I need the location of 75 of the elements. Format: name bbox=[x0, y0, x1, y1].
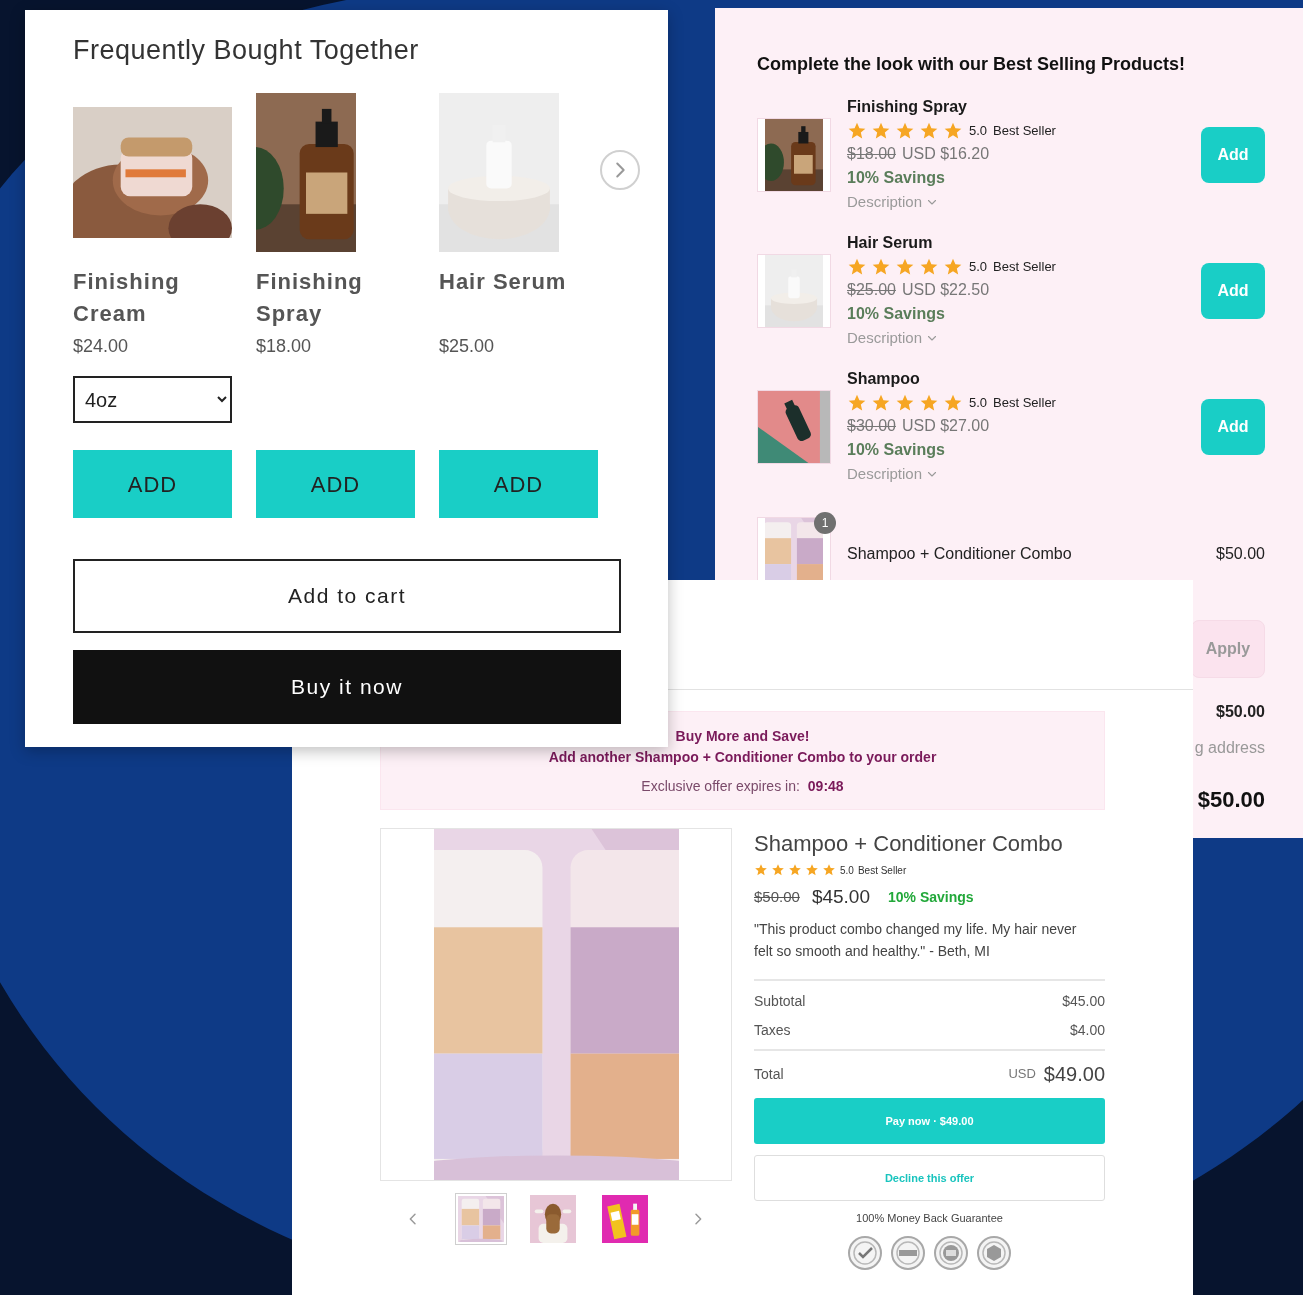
product-thumbnail[interactable] bbox=[757, 254, 831, 328]
shipping-note: g address bbox=[1194, 738, 1265, 758]
sale-price: USD $16.20 bbox=[901, 144, 990, 164]
old-price: $25.00 bbox=[847, 280, 896, 300]
product-name: Hair Serum bbox=[439, 268, 568, 296]
old-price: $18.00 bbox=[847, 144, 896, 164]
total-value: $49.00 bbox=[1043, 1062, 1105, 1087]
description-toggle[interactable]: Description bbox=[847, 326, 1056, 350]
image-thumbnail[interactable] bbox=[455, 1193, 507, 1245]
total-label: Total bbox=[754, 1064, 784, 1084]
cart-item-price: $50.00 bbox=[1216, 544, 1265, 564]
summary-label: Taxes bbox=[754, 1021, 791, 1040]
size-select[interactable]: 4oz bbox=[73, 376, 232, 423]
old-price: $30.00 bbox=[847, 416, 896, 436]
add-button[interactable]: ADD bbox=[439, 450, 598, 518]
product-thumbnail[interactable] bbox=[757, 390, 831, 464]
image-thumbnail[interactable] bbox=[527, 1193, 579, 1245]
add-button[interactable]: ADD bbox=[256, 450, 415, 518]
product-price: $24.00 bbox=[73, 336, 130, 356]
quantity-badge: 1 bbox=[814, 512, 836, 534]
sale-price: $45.00 bbox=[811, 884, 870, 909]
product-name: Finishing Spray bbox=[256, 268, 364, 328]
savings-text: 10% Savings bbox=[847, 304, 946, 324]
buy-now-button[interactable]: Buy it now bbox=[73, 650, 621, 724]
add-button[interactable]: Add bbox=[1201, 399, 1265, 455]
next-button[interactable] bbox=[600, 150, 640, 190]
add-button[interactable]: Add bbox=[1201, 263, 1265, 319]
banner-subtitle: Add another Shampoo + Conditioner Combo to your order bbox=[548, 748, 937, 767]
decline-offer-button[interactable]: Decline this offer bbox=[754, 1155, 1105, 1201]
image-thumbnail[interactable] bbox=[599, 1193, 651, 1245]
description-toggle[interactable]: Description bbox=[847, 462, 1056, 486]
rating-text: 5.0 bbox=[969, 122, 988, 141]
timer-label: Exclusive offer expires in: bbox=[641, 777, 800, 796]
badge-text: Best Seller bbox=[993, 394, 1056, 413]
product-name: Finishing Spray bbox=[847, 97, 968, 117]
description-toggle[interactable]: Description bbox=[847, 190, 1056, 214]
product-name: Hair Serum bbox=[847, 233, 934, 253]
panel-title: Frequently Bought Together bbox=[73, 34, 420, 67]
product-price: $18.00 bbox=[256, 336, 313, 356]
banner-title: Buy More and Save! bbox=[675, 727, 810, 746]
summary-label: Subtotal bbox=[754, 992, 806, 1011]
customer-quote: "This product combo changed my life. My hair never felt so smooth and healthy." - Beth, MI bbox=[754, 920, 1078, 961]
cart-item-name: Shampoo + Conditioner Combo bbox=[847, 544, 1072, 564]
product-name: Finishing Cream bbox=[73, 268, 181, 328]
savings-text: 10% Savings bbox=[847, 440, 946, 460]
guarantee-text: 100% Money Back Guarantee bbox=[855, 1211, 1004, 1226]
savings-text: 10% Savings bbox=[847, 168, 946, 188]
sale-price: USD $27.00 bbox=[901, 416, 990, 436]
product-price: $25.00 bbox=[439, 336, 496, 356]
box-seal-icon bbox=[976, 1234, 1012, 1271]
apply-button[interactable]: Apply bbox=[1191, 620, 1265, 678]
countdown-timer: 09:48 bbox=[807, 777, 844, 796]
rating-text: 5.0 bbox=[969, 394, 988, 413]
summary-value: $45.00 bbox=[1062, 992, 1105, 1011]
add-button[interactable]: Add bbox=[1201, 127, 1265, 183]
check-seal-icon bbox=[847, 1234, 883, 1271]
badge-text: Best Seller bbox=[993, 258, 1056, 277]
rating-text: 5.0 bbox=[840, 863, 854, 878]
summary-value: $4.00 bbox=[1069, 1021, 1105, 1040]
savings-text: 10% Savings bbox=[888, 887, 974, 907]
currency-label: USD bbox=[1008, 1065, 1036, 1084]
badge-text: Best Seller bbox=[857, 863, 907, 878]
panel-title: Complete the look with our Best Selling Products! bbox=[757, 53, 1187, 76]
add-button[interactable]: ADD bbox=[73, 450, 232, 518]
sale-price: USD $22.50 bbox=[901, 280, 990, 300]
old-price: $50.00 bbox=[754, 886, 800, 907]
rating-text: 5.0 bbox=[969, 258, 988, 277]
badge-text: Best Seller bbox=[993, 122, 1056, 141]
add-to-cart-button[interactable]: Add to cart bbox=[73, 559, 621, 633]
pay-now-button[interactable]: Pay now · $49.00 bbox=[754, 1098, 1105, 1144]
product-title: Shampoo + Conditioner Combo bbox=[754, 830, 1064, 858]
product-name: Shampoo bbox=[847, 369, 921, 389]
total-value: $50.00 bbox=[1197, 786, 1265, 814]
product-thumbnail[interactable] bbox=[757, 118, 831, 192]
subtotal-value: $50.00 bbox=[1216, 702, 1265, 722]
